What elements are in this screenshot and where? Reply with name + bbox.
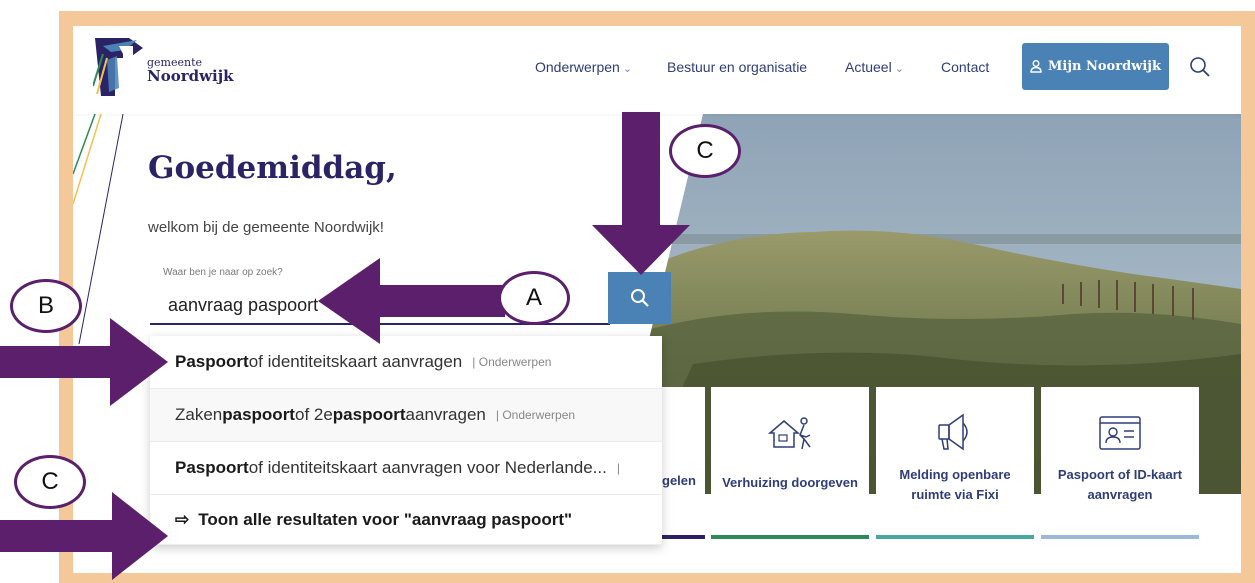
- nav-actueel[interactable]: Actueel ⌄: [845, 59, 904, 75]
- id-card-icon: [1099, 416, 1141, 450]
- nav-bestuur[interactable]: Bestuur en organisatie: [667, 59, 807, 75]
- chevron-down-icon: ⌄: [622, 63, 633, 75]
- suggestion-bold: paspoort: [222, 405, 295, 424]
- mijn-noordwijk-label: Mijn Noordwijk: [1047, 59, 1161, 74]
- task-card-melding-bar: [876, 535, 1034, 539]
- nav-contact-label: Contact: [941, 59, 990, 75]
- logo-line2: Noordwijk: [147, 67, 234, 85]
- task-card-verhuizing-bar: [711, 535, 869, 539]
- user-icon: [1030, 60, 1042, 73]
- show-all-results-link[interactable]: ⇨ Toon alle resultaten voor "aanvraag pas…: [150, 495, 662, 545]
- nav-bestuur-label: Bestuur en organisatie: [667, 59, 808, 75]
- suggestion-category: | Onderwerpen: [495, 408, 576, 422]
- suggestion-text: of identiteitskaart aanvragen voor Neder…: [248, 458, 607, 477]
- suggestion-item[interactable]: Zaken paspoort of 2e paspoort aanvragen | …: [150, 389, 662, 442]
- search-label: Waar ben je naar op zoek?: [163, 267, 283, 278]
- task-card-paspoort-bar: [1041, 535, 1199, 539]
- task-card-paspoort-label: Paspoort of ID-kaart aanvragen: [1057, 467, 1183, 503]
- site-header: gemeente Noordwijk Onderwerpen ⌄ Bestuur …: [73, 26, 1241, 114]
- search-button[interactable]: [608, 272, 671, 324]
- greeting-heading: Goedemiddag,: [148, 150, 397, 186]
- logo[interactable]: gemeente Noordwijk: [92, 36, 253, 96]
- task-card-melding-label: Melding openbare ruimte via Fixi: [899, 467, 1011, 503]
- suggestion-item[interactable]: Paspoort of identiteitskaart aanvragen | …: [150, 336, 662, 389]
- noordwijk-logo-icon: [92, 38, 143, 96]
- nav-actueel-label: Actueel: [845, 59, 892, 75]
- suggestion-text: of identiteitskaart aanvragen: [248, 352, 463, 371]
- suggestion-text: aanvragen: [405, 405, 486, 424]
- suggestion-bold: Paspoort: [175, 352, 249, 371]
- arrow-right-icon: ⇨: [175, 509, 190, 529]
- annotation-label-c-top: C: [669, 124, 741, 178]
- task-card-verhuizing-label: Verhuizing doorgeven: [722, 475, 858, 490]
- welcome-text: welkom bij de gemeente Noordwijk!: [148, 219, 384, 236]
- task-card-1-label: gelen: [662, 473, 696, 488]
- mijn-noordwijk-button[interactable]: Mijn Noordwijk: [1022, 43, 1169, 90]
- chevron-down-icon: ⌄: [894, 63, 904, 75]
- autocomplete-dropdown: Paspoort of identiteitskaart aanvragen | …: [150, 336, 662, 545]
- task-card-melding[interactable]: Melding openbare ruimte via Fixi: [876, 387, 1034, 539]
- show-all-results-label: Toon alle resultaten voor "aanvraag pasp…: [198, 509, 573, 529]
- nav-onderwerpen[interactable]: Onderwerpen ⌄: [535, 59, 632, 75]
- suggestion-category: |: [616, 461, 620, 475]
- search-icon: [630, 289, 649, 307]
- suggestion-category: | Onderwerpen: [472, 355, 552, 369]
- task-card-paspoort[interactable]: Paspoort of ID-kaart aanvragen: [1041, 387, 1199, 539]
- task-card-verhuizing[interactable]: Verhuizing doorgeven: [711, 387, 869, 539]
- suggestion-bold: Paspoort: [175, 458, 249, 477]
- megaphone-icon: [938, 413, 968, 451]
- annotation-label-c-bottom: C: [14, 455, 86, 509]
- suggestion-text: Zaken: [175, 405, 223, 424]
- nav-contact[interactable]: Contact: [941, 59, 989, 75]
- decorative-lines: [73, 114, 124, 344]
- suggestion-item[interactable]: Paspoort of identiteitskaart aanvragen v…: [150, 442, 662, 495]
- house-moving-icon: [767, 417, 811, 450]
- suggestion-text: of 2e: [294, 405, 333, 424]
- annotation-label-b: B: [10, 279, 82, 333]
- website: gemeente Noordwijk Onderwerpen ⌄ Bestuur …: [73, 26, 1241, 573]
- search-icon[interactable]: [1189, 56, 1211, 78]
- suggestion-bold: paspoort: [332, 405, 406, 424]
- annotation-label-a: A: [498, 271, 570, 325]
- nav-onderwerpen-label: Onderwerpen: [535, 59, 620, 75]
